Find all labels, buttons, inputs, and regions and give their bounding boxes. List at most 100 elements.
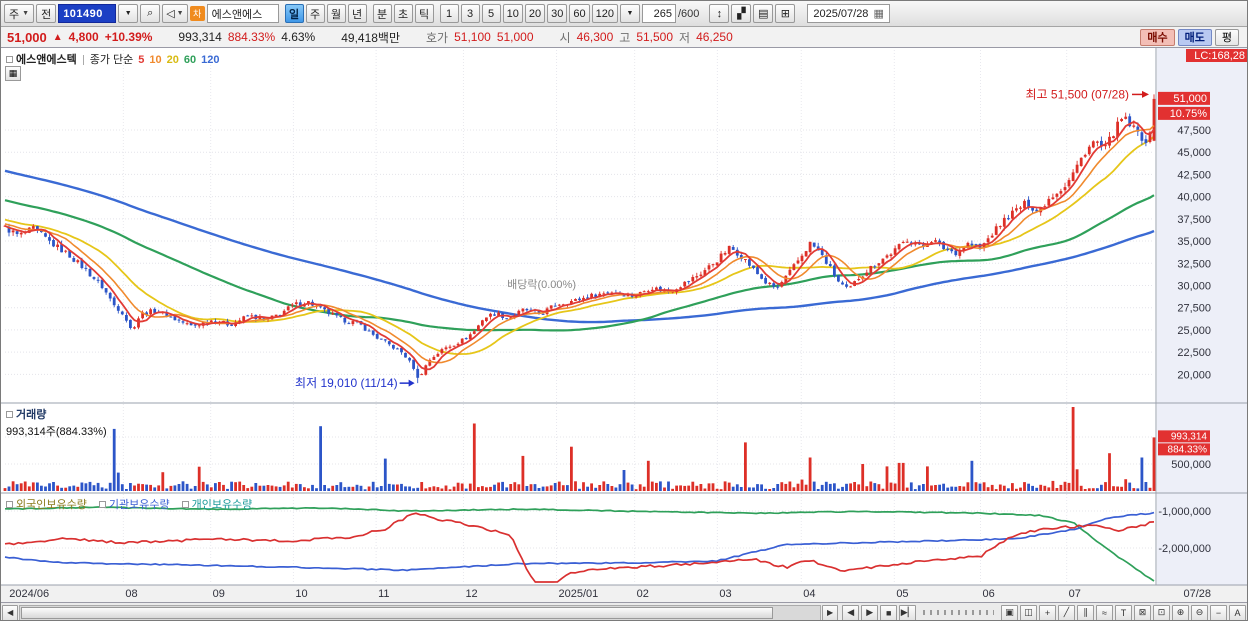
chart-scrollbar[interactable] xyxy=(19,604,821,620)
turnover-percent: 4.63% xyxy=(281,30,316,44)
interval-30-button[interactable]: 30 xyxy=(547,4,568,23)
step-button[interactable]: ▶▏ xyxy=(899,604,917,620)
volume-title: 거래량 xyxy=(16,409,47,421)
hoga-label: 호가 xyxy=(426,30,449,45)
announcement-button[interactable]: ◁ ▼ xyxy=(162,4,188,23)
settings-icon[interactable]: ⊞ xyxy=(775,4,796,23)
buy-button[interactable]: 매수 xyxy=(1140,28,1175,46)
institution-holdings-label-text: 기관보유수량 xyxy=(108,499,170,511)
chart-tool-buttons: ▣ ◫ + ╱ ∥ ≈ T ⊠ ⊡ ⊕ ⊖ − A xyxy=(1000,604,1246,620)
quote-bar: 51,000 ▲ 4,800 +10.39% 993,314 884.33% 4… xyxy=(1,27,1247,48)
svg-text:42,500: 42,500 xyxy=(1177,169,1211,181)
holdings-legend: 외국인보유수량 기관보유수량 개인보유수량 xyxy=(6,496,264,512)
scroll-left-button[interactable]: ◀ xyxy=(2,604,19,620)
search-icon[interactable]: ⌕ xyxy=(140,4,161,23)
svg-text:2025/01: 2025/01 xyxy=(559,588,599,600)
interval-10-button[interactable]: 10 xyxy=(502,4,523,23)
stop-button[interactable]: ■ xyxy=(880,604,898,620)
interval-60-button[interactable]: 60 xyxy=(569,4,590,23)
prev-stock-button[interactable]: 전 xyxy=(36,4,57,23)
interval-20-button[interactable]: 20 xyxy=(524,4,546,23)
speaker-icon: ◁ xyxy=(166,8,175,20)
foreign-holdings-label: 외국인보유수량 xyxy=(6,499,87,511)
interval-120-button[interactable]: 120 xyxy=(591,4,618,23)
period-주-button[interactable]: 주 xyxy=(305,4,325,23)
draw-icon[interactable]: ▞ xyxy=(731,4,752,23)
ma-period-20-label: 20 xyxy=(166,54,179,66)
svg-text:47,500: 47,500 xyxy=(1177,125,1211,137)
windows-icon[interactable]: ◫ xyxy=(1019,604,1037,620)
svg-text:-2,000,000: -2,000,000 xyxy=(1158,543,1211,555)
scale-icon[interactable]: ↕ xyxy=(709,4,730,23)
wave-icon[interactable]: ≈ xyxy=(1095,604,1113,620)
sell-button[interactable]: 매도 xyxy=(1177,28,1212,46)
text-tool-icon[interactable]: T xyxy=(1114,604,1132,620)
price-change: 4,800 xyxy=(68,30,99,44)
date-picker[interactable]: 2025/07/28 ▦ xyxy=(807,4,890,23)
svg-text:51,000: 51,000 xyxy=(1173,93,1207,105)
svg-text:32,500: 32,500 xyxy=(1177,258,1211,270)
legend-bullet-icon xyxy=(181,501,189,508)
zoom-area-icon[interactable]: ⊡ xyxy=(1152,604,1170,620)
zoom-in-icon[interactable]: ⊕ xyxy=(1171,604,1189,620)
chart-area[interactable]: 47,500 45,000 42,500 40,000 37,500 35,000 32,5… xyxy=(1,48,1248,602)
font-size-icon[interactable]: A xyxy=(1228,604,1246,620)
chevron-down-icon: ▼ xyxy=(176,10,184,17)
interval-3-button[interactable]: 3 xyxy=(460,4,480,23)
ma-period-120-label: 120 xyxy=(201,54,220,66)
chart-style-icon[interactable]: ▤ xyxy=(753,4,774,23)
capture-icon[interactable]: ▣ xyxy=(1000,604,1018,620)
trendline-icon[interactable]: ╱ xyxy=(1057,604,1075,620)
individual-holdings-label: 개인보유수량 xyxy=(181,499,252,511)
reset-zoom-icon[interactable]: − xyxy=(1209,604,1227,620)
volume-readout: 993,314주(884.33%) xyxy=(6,426,107,438)
mode-buttons: 분초틱 xyxy=(372,4,434,23)
period-월-button[interactable]: 월 xyxy=(326,4,346,23)
high-price: 51,500 xyxy=(636,30,674,44)
avg-button[interactable]: 평 xyxy=(1214,28,1239,46)
code-dropdown-button[interactable]: ▼ xyxy=(118,4,139,23)
ask-price: 51,100 xyxy=(454,30,491,44)
play-button[interactable]: ▶ xyxy=(861,604,879,620)
svg-text:11: 11 xyxy=(378,588,389,600)
stock-code-input[interactable]: 101490 xyxy=(58,4,117,23)
svg-text:993,314: 993,314 xyxy=(1171,431,1208,442)
svg-text:27,500: 27,500 xyxy=(1177,303,1211,315)
mode-틱-button[interactable]: 틱 xyxy=(414,4,434,23)
open-price: 46,300 xyxy=(576,30,614,44)
legend-bullet-icon xyxy=(6,411,13,418)
replay-speed-slider[interactable] xyxy=(923,610,994,615)
svg-text:03: 03 xyxy=(719,588,731,600)
svg-text:08: 08 xyxy=(125,588,137,600)
scroll-right-button[interactable]: ▶ xyxy=(821,604,839,620)
zoom-out-icon[interactable]: ⊖ xyxy=(1190,604,1208,620)
interval-5-button[interactable]: 5 xyxy=(481,4,501,23)
interval-dropdown-button[interactable]: ▼ xyxy=(619,4,640,23)
legend-bullet-icon xyxy=(98,501,106,508)
chevron-down-icon: ▼ xyxy=(22,10,30,17)
svg-text:07: 07 xyxy=(1069,588,1081,600)
parallel-lines-icon[interactable]: ∥ xyxy=(1076,604,1094,620)
crosshair-icon[interactable]: + xyxy=(1038,604,1056,620)
stock-name-field: 에스앤에스 xyxy=(206,4,279,23)
scrollbar-thumb[interactable] xyxy=(21,606,773,619)
mode-초-button[interactable]: 초 xyxy=(393,4,413,23)
date-value: 2025/07/28 xyxy=(813,7,869,20)
mode-분-button[interactable]: 분 xyxy=(372,4,392,23)
playback-controls: ◀ ▶ ■ ▶▏ xyxy=(842,604,917,620)
period-일-button[interactable]: 일 xyxy=(284,4,304,23)
current-price: 51,000 xyxy=(7,29,47,45)
period-년-button[interactable]: 년 xyxy=(347,4,367,23)
bar-count-input[interactable]: 265 xyxy=(641,4,676,23)
chart-canvas[interactable]: 47,500 45,000 42,500 40,000 37,500 35,000 32,5… xyxy=(1,48,1248,602)
ma-period-60-label: 60 xyxy=(183,54,197,66)
trade-amount: 49,418백만 xyxy=(341,30,401,45)
svg-text:2024/06: 2024/06 xyxy=(9,588,49,600)
change-percent: +10.39% xyxy=(104,30,153,44)
chart-kind-combo[interactable]: 주 ▼ xyxy=(4,4,35,23)
eraser-icon[interactable]: ⊠ xyxy=(1133,604,1151,620)
ma-period-10-label: 10 xyxy=(149,54,162,66)
interval-1-button[interactable]: 1 xyxy=(439,4,459,23)
rewind-button[interactable]: ◀ xyxy=(842,604,860,620)
chart-settings-icon[interactable]: ▦ xyxy=(5,66,21,81)
